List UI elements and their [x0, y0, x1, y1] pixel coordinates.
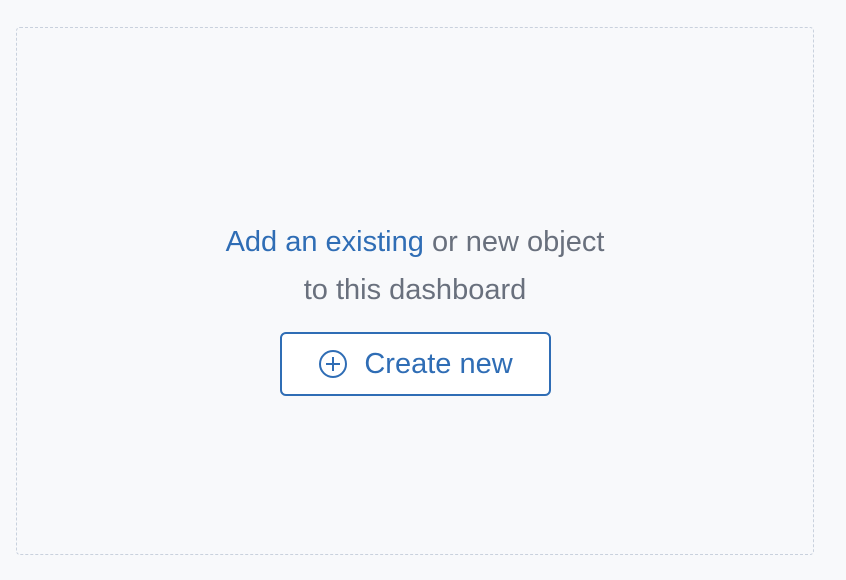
plus-in-circle-icon [318, 349, 348, 379]
prompt-text-rest: or new object [431, 226, 605, 258]
prompt-text-line2: to this dashboard [303, 274, 527, 306]
create-new-button[interactable]: Create new [280, 332, 551, 396]
empty-state-prompt: Add an existing or new object to this da… [17, 218, 813, 314]
dashboard-empty-panel: Add an existing or new object to this da… [16, 27, 814, 555]
add-existing-link[interactable]: Add an existing [226, 226, 424, 258]
create-new-label: Create new [364, 347, 513, 380]
